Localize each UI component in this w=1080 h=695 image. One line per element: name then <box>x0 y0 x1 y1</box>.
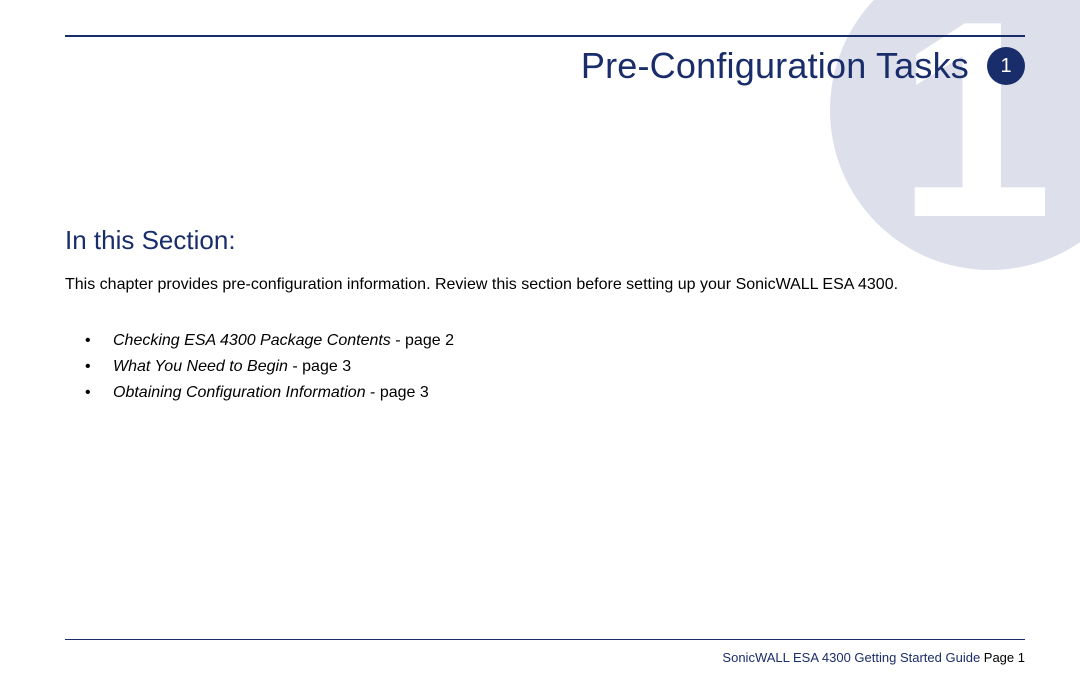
footer-guide-name: SonicWALL ESA 4300 Getting Started Guide <box>722 650 980 665</box>
toc-item-page: - page 2 <box>391 332 454 349</box>
footer-divider <box>65 639 1025 641</box>
toc-item: What You Need to Begin - page 3 <box>113 354 1025 380</box>
header-divider <box>65 35 1025 37</box>
toc-item-title: What You Need to Begin <box>113 358 288 375</box>
chapter-number-badge: 1 <box>987 47 1025 85</box>
section-heading: In this Section: <box>65 225 1025 256</box>
footer-text: SonicWALL ESA 4300 Getting Started Guide… <box>65 650 1025 665</box>
toc-item: Obtaining Configuration Information - pa… <box>113 380 1025 406</box>
chapter-number: 1 <box>1000 55 1011 78</box>
chapter-title: Pre-Configuration Tasks <box>581 45 969 87</box>
content-area: In this Section: This chapter provides p… <box>65 225 1025 405</box>
toc-item-title: Obtaining Configuration Information <box>113 384 366 401</box>
toc-item-page: - page 3 <box>366 384 429 401</box>
toc-item-title: Checking ESA 4300 Package Contents <box>113 332 391 349</box>
toc-item: Checking ESA 4300 Package Contents - pag… <box>113 328 1025 354</box>
section-intro: This chapter provides pre-configuration … <box>65 274 1025 296</box>
toc-item-page: - page 3 <box>288 358 351 375</box>
footer-page-number: Page 1 <box>980 650 1025 665</box>
footer: SonicWALL ESA 4300 Getting Started Guide… <box>65 639 1025 666</box>
toc-list: Checking ESA 4300 Package Contents - pag… <box>65 328 1025 405</box>
chapter-watermark-number: 1 <box>897 0 1053 260</box>
chapter-header: Pre-Configuration Tasks 1 <box>581 45 1025 87</box>
